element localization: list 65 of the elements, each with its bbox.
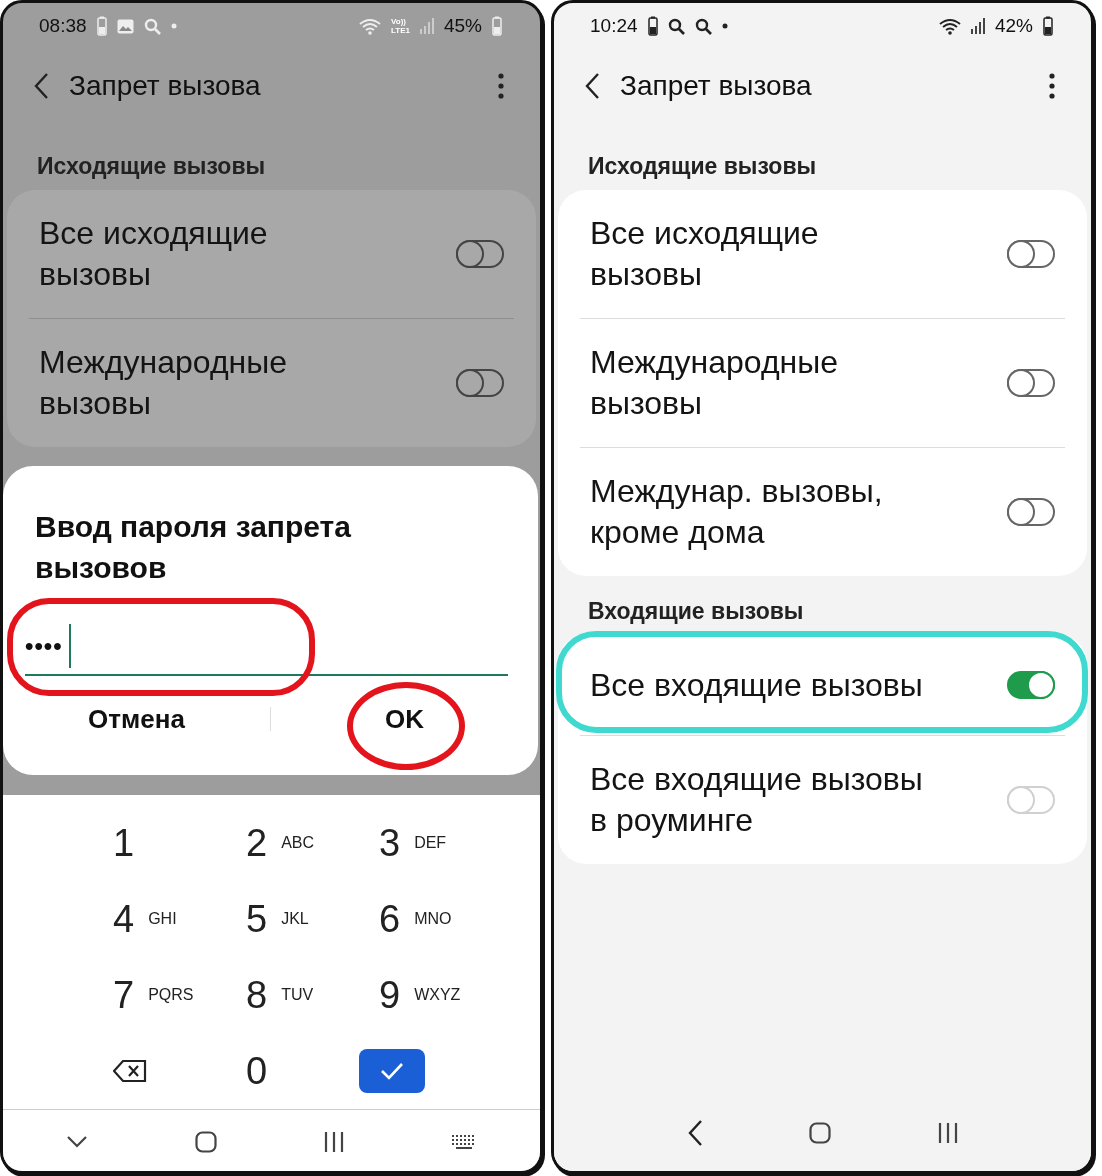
keypad-key[interactable]: 0: [246, 1049, 268, 1093]
home-icon[interactable]: [809, 1122, 832, 1144]
keypad-key[interactable]: 9 WXYZ: [379, 973, 461, 1017]
keypad-key[interactable]: 7 PQRS: [113, 973, 194, 1017]
dot-icon: [721, 23, 728, 29]
dialog-button[interactable]: Отмена: [3, 693, 270, 745]
keypad-key[interactable]: 1: [113, 821, 135, 865]
home-icon[interactable]: [194, 1131, 217, 1153]
toggle-switch[interactable]: [1007, 671, 1055, 699]
toggle-switch[interactable]: [1007, 240, 1055, 268]
page-title: Запрет вызова: [620, 70, 813, 102]
section-title: Входящие вызовы: [587, 597, 805, 626]
dialog-title: Ввод пароля запрета вызовов: [35, 509, 352, 586]
battery-icon: [647, 16, 658, 36]
wifi-icon: [359, 17, 381, 35]
more-icon[interactable]: [1049, 73, 1055, 99]
status-time: 08:38: [39, 15, 87, 37]
battery-icon: [96, 16, 107, 36]
more-icon[interactable]: [498, 73, 504, 99]
recents-icon[interactable]: [324, 1132, 345, 1152]
signal-icon: [970, 18, 985, 34]
keyboard-icon[interactable]: [452, 1135, 477, 1149]
section-title: Исходящие вызовы: [587, 152, 818, 181]
search-icon: [143, 17, 161, 35]
battery-percent: 42%: [994, 15, 1033, 37]
setting-label: Все исходящие вызовы: [590, 214, 820, 294]
keypad-key[interactable]: 6 MNO: [379, 897, 452, 941]
battery-percent: 45%: [443, 15, 482, 37]
back-icon[interactable]: [33, 72, 49, 100]
keypad-key[interactable]: 4 GHI: [113, 897, 177, 941]
back-icon[interactable]: [687, 1119, 704, 1147]
image-icon: [116, 18, 134, 34]
toggle-switch[interactable]: [456, 240, 504, 268]
signal-icon: [419, 18, 434, 34]
chevron-down-icon[interactable]: [66, 1136, 87, 1148]
page-title: Запрет вызова: [69, 70, 262, 102]
keypad-key[interactable]: 5 JKL: [246, 897, 309, 941]
toggle-switch[interactable]: [1007, 498, 1055, 526]
search-icon: [694, 17, 712, 35]
battery-icon: [1043, 16, 1053, 36]
status-time: 10:24: [590, 15, 638, 37]
done-key[interactable]: [359, 1049, 425, 1093]
keypad-key[interactable]: 3 DEF: [379, 821, 447, 865]
setting-label: Междунар. вызовы, кроме дома: [590, 472, 884, 552]
section-title: Исходящие вызовы: [36, 152, 267, 181]
dot-icon: [170, 23, 177, 29]
setting-label: Международные вызовы: [39, 343, 289, 423]
recents-icon[interactable]: [937, 1123, 958, 1143]
password-field[interactable]: ••••: [25, 618, 508, 676]
setting-label: Все исходящие вызовы: [39, 214, 269, 294]
wifi-icon: [938, 17, 961, 35]
keypad-key[interactable]: 8 TUV: [246, 973, 314, 1017]
search-icon: [667, 17, 685, 35]
dialog-button[interactable]: OK: [271, 693, 538, 745]
network-label: Vo)) LTE1: [391, 17, 410, 35]
setting-label: Все входящие вызовы в роуминге: [590, 760, 924, 840]
back-icon[interactable]: [584, 72, 600, 100]
backspace-icon: [113, 1059, 147, 1083]
keypad-key[interactable]: 2 ABC: [246, 821, 315, 865]
toggle-switch[interactable]: [1007, 369, 1055, 397]
toggle-switch[interactable]: [456, 369, 504, 397]
battery-icon: [492, 16, 502, 36]
check-icon: [380, 1062, 404, 1080]
setting-label: Международные вызовы: [590, 343, 840, 423]
setting-label: Все входящие вызовы: [590, 665, 924, 705]
